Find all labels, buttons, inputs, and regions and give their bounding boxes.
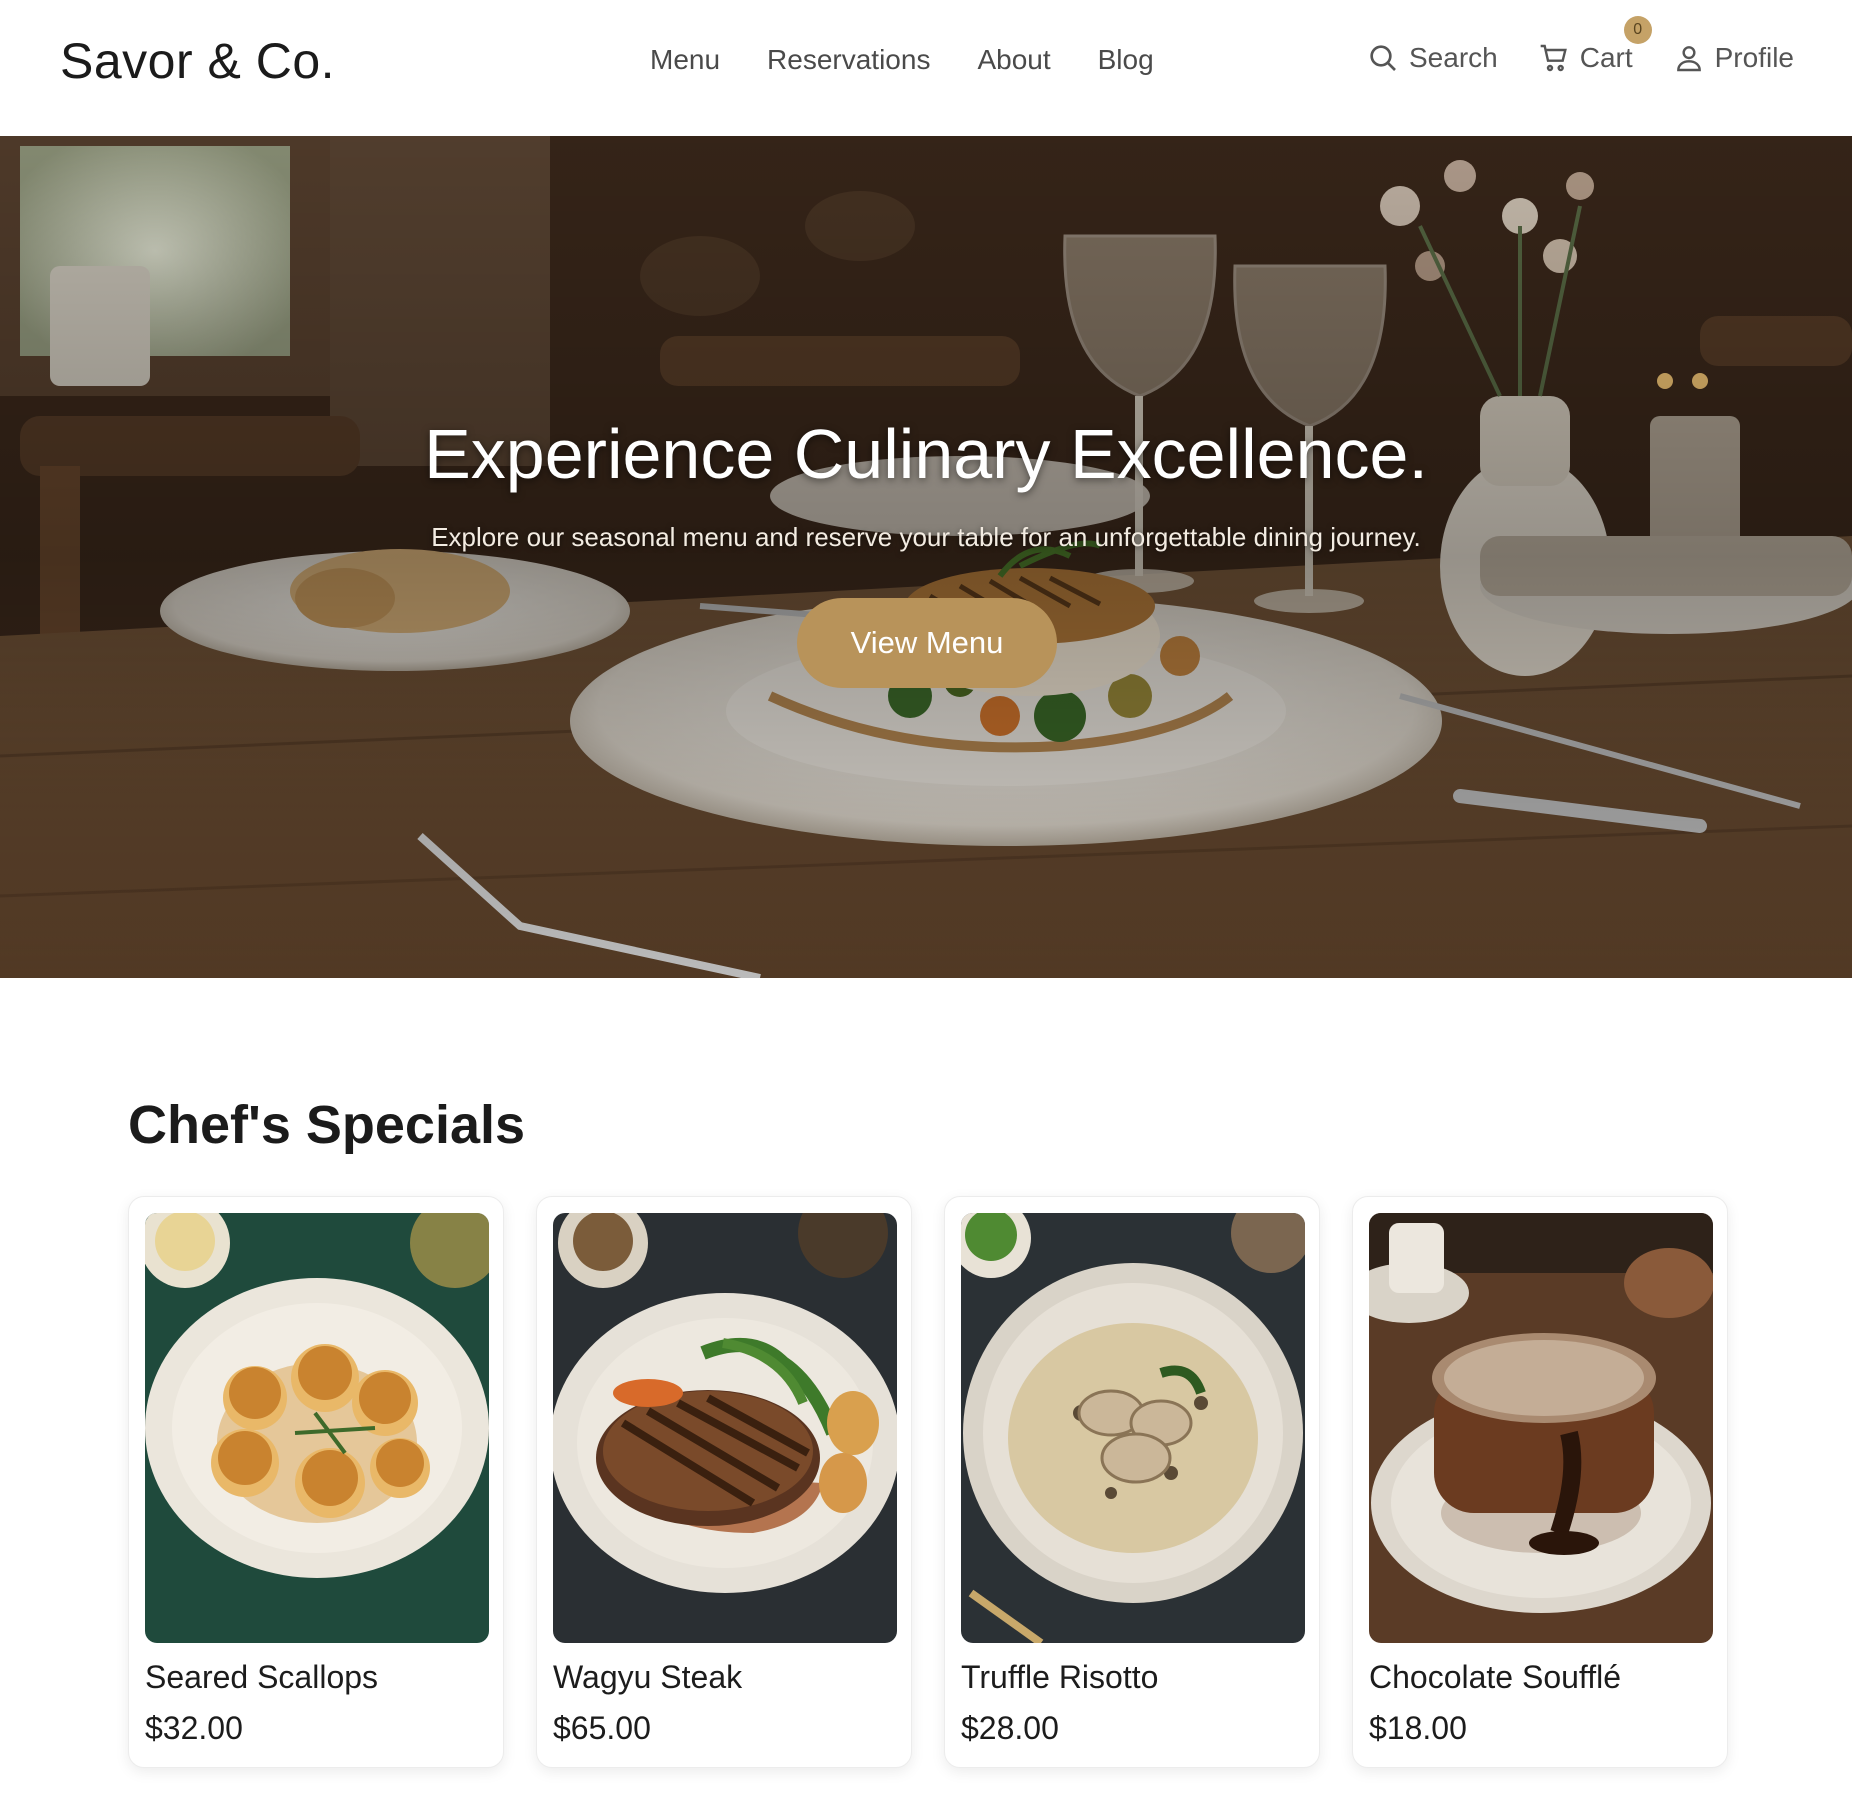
nav-link-about[interactable]: About xyxy=(977,44,1050,76)
search-label: Search xyxy=(1409,42,1498,73)
dish-card-chocolate-souffle[interactable]: Chocolate Soufflé $18.00 xyxy=(1352,1196,1728,1768)
dish-name: Wagyu Steak xyxy=(553,1659,743,1695)
hero-subtitle: Explore our seasonal menu and reserve yo… xyxy=(431,522,1421,552)
site-logo[interactable]: Savor & Co. xyxy=(60,32,335,90)
site-header: Savor & Co. Menu Reservations About Blog… xyxy=(0,0,1852,136)
hero-banner: Experience Culinary Excellence. Explore … xyxy=(0,136,1852,978)
profile-button[interactable]: Profile xyxy=(1673,42,1794,74)
search-icon xyxy=(1370,45,1396,71)
dish-price: $28.00 xyxy=(961,1710,1059,1746)
dish-image-truffle-risotto xyxy=(961,1213,1305,1643)
specials-list: Seared Scallops $32.00 Wagyu Steak $65.0… xyxy=(128,1196,1728,1768)
dish-card-seared-scallops[interactable]: Seared Scallops $32.00 xyxy=(128,1196,504,1768)
view-menu-button[interactable]: View Menu xyxy=(797,598,1057,688)
dish-price: $65.00 xyxy=(553,1710,651,1746)
specials-title: Chef's Specials xyxy=(128,1095,526,1155)
cart-label: Cart xyxy=(1579,42,1633,73)
profile-label: Profile xyxy=(1714,42,1794,73)
dish-name: Truffle Risotto xyxy=(961,1659,1159,1695)
dish-card-wagyu-steak[interactable]: Wagyu Steak $65.00 xyxy=(536,1196,912,1768)
main-nav: Menu Reservations About Blog xyxy=(650,44,1154,76)
dish-image-wagyu-steak xyxy=(553,1213,897,1643)
dish-image-seared-scallops xyxy=(145,1213,489,1643)
nav-link-reservations[interactable]: Reservations xyxy=(767,44,930,76)
cart-button[interactable]: Cart 0 xyxy=(1538,16,1652,74)
user-icon xyxy=(1676,46,1701,72)
cart-icon xyxy=(1540,44,1567,72)
search-button[interactable]: Search xyxy=(1367,42,1498,74)
dish-name: Seared Scallops xyxy=(145,1659,379,1695)
hero-background-image xyxy=(0,136,1852,978)
cart-count-badge: 0 xyxy=(1623,16,1652,44)
dish-price: $32.00 xyxy=(145,1710,243,1746)
dish-name: Chocolate Soufflé xyxy=(1369,1659,1622,1695)
nav-link-menu[interactable]: Menu xyxy=(650,44,720,76)
nav-link-blog[interactable]: Blog xyxy=(1098,44,1154,76)
header-utilities: Search Cart 0 Profile xyxy=(1367,16,1794,74)
dish-price: $18.00 xyxy=(1369,1710,1467,1746)
dish-card-truffle-risotto[interactable]: Truffle Risotto $28.00 xyxy=(944,1196,1320,1768)
hero-title: Experience Culinary Excellence. xyxy=(424,415,1428,493)
dish-image-chocolate-souffle xyxy=(1369,1213,1713,1643)
